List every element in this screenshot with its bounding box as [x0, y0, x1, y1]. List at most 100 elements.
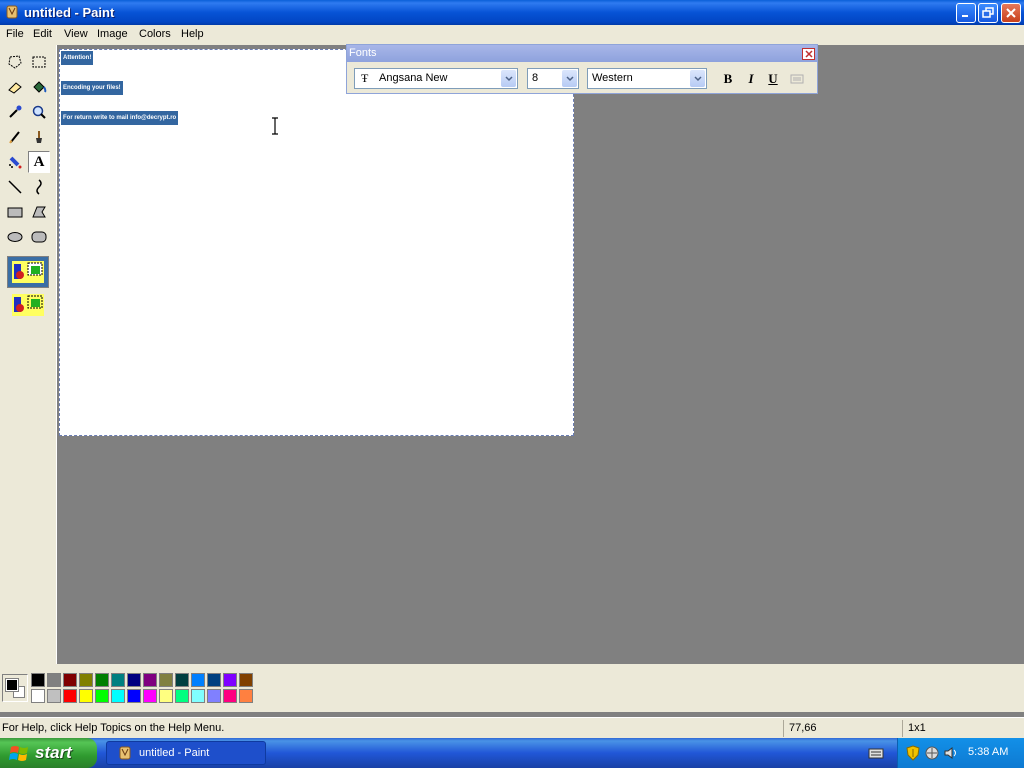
- font-size-value: 8: [532, 72, 539, 84]
- drawing-canvas[interactable]: Attention! Encoding your files! For retu…: [59, 49, 574, 436]
- brush-tool[interactable]: [28, 126, 50, 148]
- color-swatch[interactable]: [31, 689, 45, 703]
- color-swatch[interactable]: [223, 689, 237, 703]
- color-swatch[interactable]: [31, 673, 45, 687]
- vertical-text-button[interactable]: [789, 71, 805, 87]
- speaker-icon[interactable]: [943, 745, 959, 764]
- color-swatch[interactable]: [111, 689, 125, 703]
- taskbar-item-paint[interactable]: untitled - Paint: [106, 741, 266, 765]
- start-button[interactable]: start: [0, 738, 97, 768]
- transparent-background-option[interactable]: [7, 289, 49, 321]
- color-palette: [0, 664, 1024, 712]
- title-bar[interactable]: untitled - Paint: [0, 0, 1024, 25]
- palette-row-1: [31, 673, 255, 689]
- color-swatch[interactable]: [159, 689, 173, 703]
- fonts-close-button[interactable]: [802, 48, 815, 60]
- font-name-select[interactable]: Ŧ Angsana New: [354, 68, 518, 89]
- font-name-dropdown-button[interactable]: [501, 70, 516, 87]
- text-tool-icon: A: [33, 153, 45, 170]
- color-swatch[interactable]: [127, 689, 141, 703]
- color-swatch[interactable]: [207, 673, 221, 687]
- color-swatch[interactable]: [47, 673, 61, 687]
- menu-colors[interactable]: Colors: [139, 28, 171, 40]
- restore-icon: [982, 7, 994, 18]
- menu-edit[interactable]: Edit: [33, 28, 52, 40]
- color-swatch[interactable]: [175, 689, 189, 703]
- restore-button[interactable]: [978, 3, 998, 23]
- rectangle-tool[interactable]: [4, 201, 26, 223]
- fonts-toolbar-titlebar[interactable]: Fonts: [347, 45, 817, 62]
- eraser-icon: [8, 82, 22, 94]
- color-swatch[interactable]: [207, 689, 221, 703]
- color-swatch[interactable]: [239, 673, 253, 687]
- color-swatch[interactable]: [159, 673, 173, 687]
- free-form-select-tool[interactable]: [4, 51, 26, 73]
- fonts-toolbar-title: Fonts: [349, 47, 377, 59]
- font-size-dropdown-button[interactable]: [562, 70, 577, 87]
- color-swatch[interactable]: [175, 673, 189, 687]
- rectangle-icon: [7, 207, 23, 218]
- font-script-value: Western: [592, 72, 633, 84]
- eraser-tool[interactable]: [4, 76, 26, 98]
- color-swatch[interactable]: [143, 689, 157, 703]
- color-swatch[interactable]: [191, 689, 205, 703]
- font-script-select[interactable]: Western: [587, 68, 707, 89]
- menu-help[interactable]: Help: [181, 28, 204, 40]
- color-swatch[interactable]: [95, 673, 109, 687]
- menu-image[interactable]: Image: [97, 28, 128, 40]
- security-shield-icon[interactable]: [906, 745, 920, 764]
- polygon-icon: [32, 206, 46, 218]
- polygon-tool[interactable]: [28, 201, 50, 223]
- close-button[interactable]: [1001, 3, 1021, 23]
- clock: 5:38 AM: [968, 746, 1009, 758]
- ellipse-tool[interactable]: [4, 226, 26, 248]
- truetype-font-icon: Ŧ: [361, 71, 369, 85]
- color-swatch[interactable]: [63, 673, 77, 687]
- font-size-select[interactable]: 8: [527, 68, 579, 89]
- status-help-text: For Help, click Help Topics on the Help …: [2, 722, 225, 734]
- magnifier-tool[interactable]: [28, 101, 50, 123]
- opaque-mode-icon: [12, 261, 44, 283]
- menu-view[interactable]: View: [64, 28, 88, 40]
- color-swatch[interactable]: [79, 689, 93, 703]
- airbrush-tool[interactable]: [4, 151, 26, 173]
- network-status-icon[interactable]: [924, 745, 940, 764]
- color-swatch[interactable]: [239, 689, 253, 703]
- system-tray: 5:38 AM: [897, 738, 1024, 768]
- minimize-icon: [962, 15, 968, 17]
- opaque-background-option[interactable]: [7, 256, 49, 288]
- color-swatch[interactable]: [111, 673, 125, 687]
- bold-button[interactable]: B: [719, 70, 737, 88]
- keyboard-icon[interactable]: [868, 746, 884, 763]
- curve-tool[interactable]: [28, 176, 50, 198]
- color-swatch[interactable]: [47, 689, 61, 703]
- rectangle-select-icon: [32, 56, 46, 68]
- font-script-dropdown-button[interactable]: [690, 70, 705, 87]
- paint-app-icon: [119, 746, 131, 760]
- rounded-rectangle-tool[interactable]: [28, 226, 50, 248]
- eyedropper-icon: [9, 105, 22, 118]
- menu-bar: File Edit View Image Colors Help: [0, 25, 1024, 45]
- text-tool[interactable]: A: [28, 151, 50, 173]
- color-swatch[interactable]: [63, 689, 77, 703]
- color-swatch[interactable]: [143, 673, 157, 687]
- italic-button[interactable]: I: [742, 70, 760, 88]
- color-swatch[interactable]: [191, 673, 205, 687]
- fill-tool[interactable]: [28, 76, 50, 98]
- paint-app-icon[interactable]: [4, 4, 20, 20]
- pick-color-tool[interactable]: [4, 101, 26, 123]
- font-name-value: Angsana New: [379, 72, 448, 84]
- pencil-tool[interactable]: [4, 126, 26, 148]
- color-swatch[interactable]: [79, 673, 93, 687]
- minimize-button[interactable]: [956, 3, 976, 23]
- color-swatch[interactable]: [95, 689, 109, 703]
- airbrush-icon: [9, 156, 22, 169]
- select-tool[interactable]: [28, 51, 50, 73]
- ellipse-icon: [7, 232, 23, 242]
- underline-button[interactable]: U: [764, 70, 782, 88]
- status-bar: For Help, click Help Topics on the Help …: [0, 717, 1024, 738]
- color-swatch[interactable]: [127, 673, 141, 687]
- color-swatch[interactable]: [223, 673, 237, 687]
- menu-file[interactable]: File: [6, 28, 24, 40]
- line-tool[interactable]: [4, 176, 26, 198]
